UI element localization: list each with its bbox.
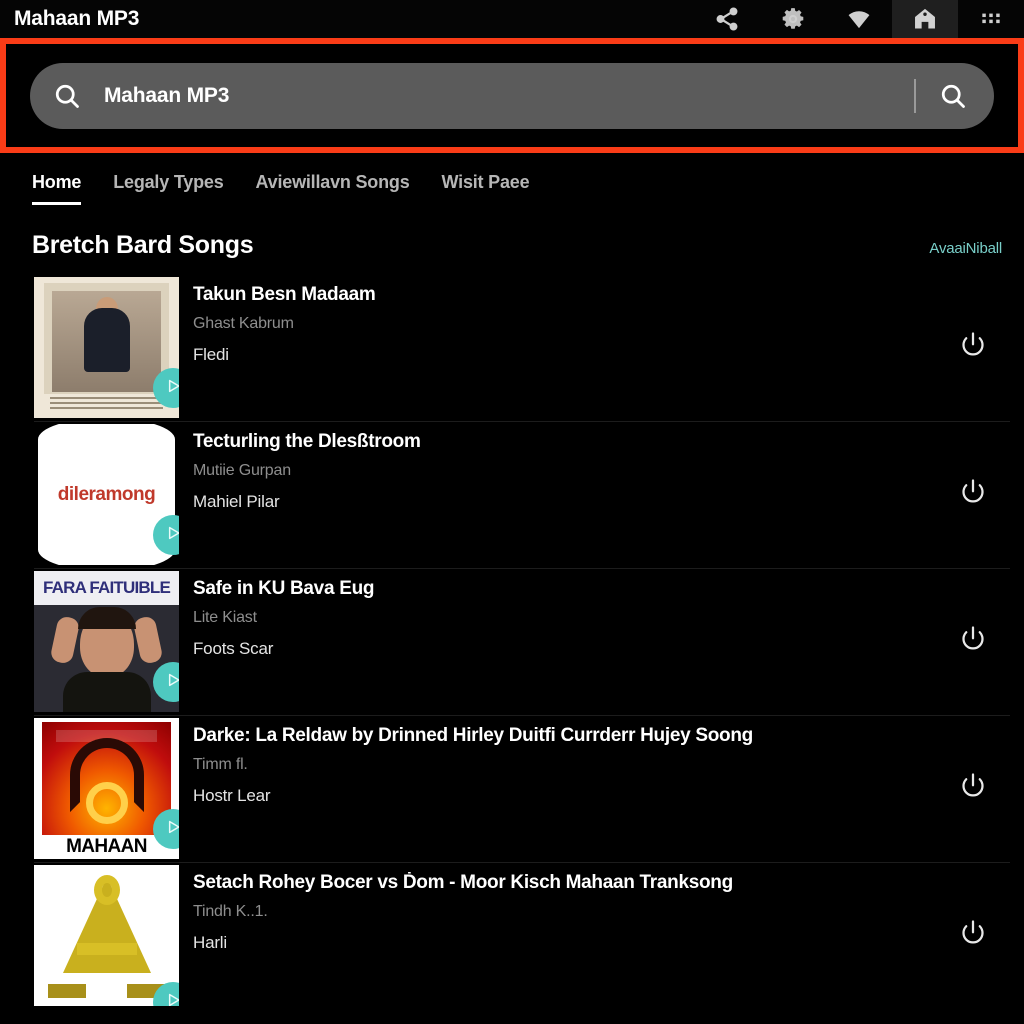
song-info: Setach Rohey Bocer vs Ḋom - Moor Kisch M… [179,862,936,953]
table-row[interactable]: Setach Rohey Bocer vs Ḋom - Moor Kisch M… [0,862,1024,1009]
song-extra: Mahiel Pilar [193,492,280,511]
section-action-link[interactable]: AvaaiNiball [929,240,1002,257]
play-icon [163,817,179,842]
song-title: Setach Rohey Bocer vs Ḋom - Moor Kisch M… [193,872,733,893]
topbar-icon-group [694,0,1024,38]
row-action-button[interactable] [936,571,1010,712]
album-thumbnail[interactable]: FARA FAITUIBLE [34,571,179,712]
search-highlight-region: Mahaan MP3 [0,38,1024,153]
row-action-button[interactable] [936,865,1010,1006]
album-thumbnail[interactable] [34,865,179,1006]
play-icon [163,990,179,1007]
album-thumbnail[interactable] [34,277,179,418]
song-info: Darke: La Reldaw by Drinned Hirley Duitf… [179,715,936,806]
search-divider [914,78,916,113]
power-icon [958,771,988,806]
apps-grid-icon [978,6,1004,32]
table-row[interactable]: FARA FAITUIBLE Safe in KU Bava Eug Lite … [0,568,1024,715]
song-extra: Hostr Lear [193,786,271,805]
song-subtitle: Ghast Kabrum [193,315,294,332]
table-row[interactable]: Takun Besn Madaam Ghast Kabrum Fledi [0,274,1024,421]
album-art [34,865,179,1006]
song-title: Takun Besn Madaam [193,284,376,305]
app-title: Mahaan MP3 [14,7,140,30]
song-info: Safe in KU Bava Eug Lite Kiast Foots Sca… [179,568,936,659]
app-top-bar: Mahaan MP3 [0,0,1024,38]
play-icon [163,376,179,401]
song-title: Tecturling the Dlesßtroom [193,431,421,452]
table-row[interactable]: dileramong Tecturling the Dlesßtroom Mut… [0,421,1024,568]
row-action-button[interactable] [936,277,1010,418]
power-icon [958,477,988,512]
album-art-text: FARA FAITUIBLE [43,578,171,597]
tab-home[interactable]: Home [16,172,97,205]
search-icon [52,81,82,111]
play-icon [163,670,179,695]
section-header: Bretch Bard Songs AvaaiNiball [0,205,1024,274]
tab-wisit-paee[interactable]: Wisit Paee [426,172,546,205]
search-input[interactable]: Mahaan MP3 [104,84,914,108]
search-submit-button[interactable] [938,81,968,111]
song-title: Darke: La Reldaw by Drinned Hirley Duitf… [193,725,753,746]
song-title: Safe in KU Bava Eug [193,578,375,599]
tab-bar: Home Legaly Types Aviewillavn Songs Wisi… [0,153,1024,205]
song-subtitle: Tindh K..1. [193,903,268,920]
row-action-button[interactable] [936,718,1010,859]
song-subtitle: Timm fl. [193,756,248,773]
album-art-text: dileramong [57,483,156,505]
song-subtitle: Lite Kiast [193,609,257,626]
power-icon [958,624,988,659]
song-info: Takun Besn Madaam Ghast Kabrum Fledi [179,274,936,365]
album-thumbnail[interactable]: MAHAAN [34,718,179,859]
song-extra: Fledi [193,345,229,364]
power-icon [958,330,988,365]
apps-button[interactable] [958,0,1024,38]
home-button[interactable] [892,0,958,38]
gear-icon [780,6,806,32]
play-icon [163,523,179,548]
tab-aviewillavn-songs[interactable]: Aviewillavn Songs [240,172,426,205]
wifi-button[interactable] [826,0,892,38]
song-info: Tecturling the Dlesßtroom Mutiie Gurpan … [179,421,936,512]
settings-button[interactable] [760,0,826,38]
song-subtitle: Mutiie Gurpan [193,462,291,479]
row-action-button[interactable] [936,424,1010,565]
song-extra: Foots Scar [193,639,274,658]
song-extra: Harli [193,933,227,952]
share-button[interactable] [694,0,760,38]
search-bar[interactable]: Mahaan MP3 [30,62,994,129]
wifi-icon [846,6,872,32]
share-icon [714,6,740,32]
power-icon [958,918,988,953]
table-row[interactable]: MAHAAN Darke: La Reldaw by Drinned Hirle… [0,715,1024,862]
song-list: Takun Besn Madaam Ghast Kabrum Fledi dil… [0,274,1024,1009]
tab-legaly-types[interactable]: Legaly Types [97,172,239,205]
album-thumbnail[interactable]: dileramong [34,424,179,565]
page-title: Bretch Bard Songs [32,231,254,259]
home-icon [912,6,938,32]
